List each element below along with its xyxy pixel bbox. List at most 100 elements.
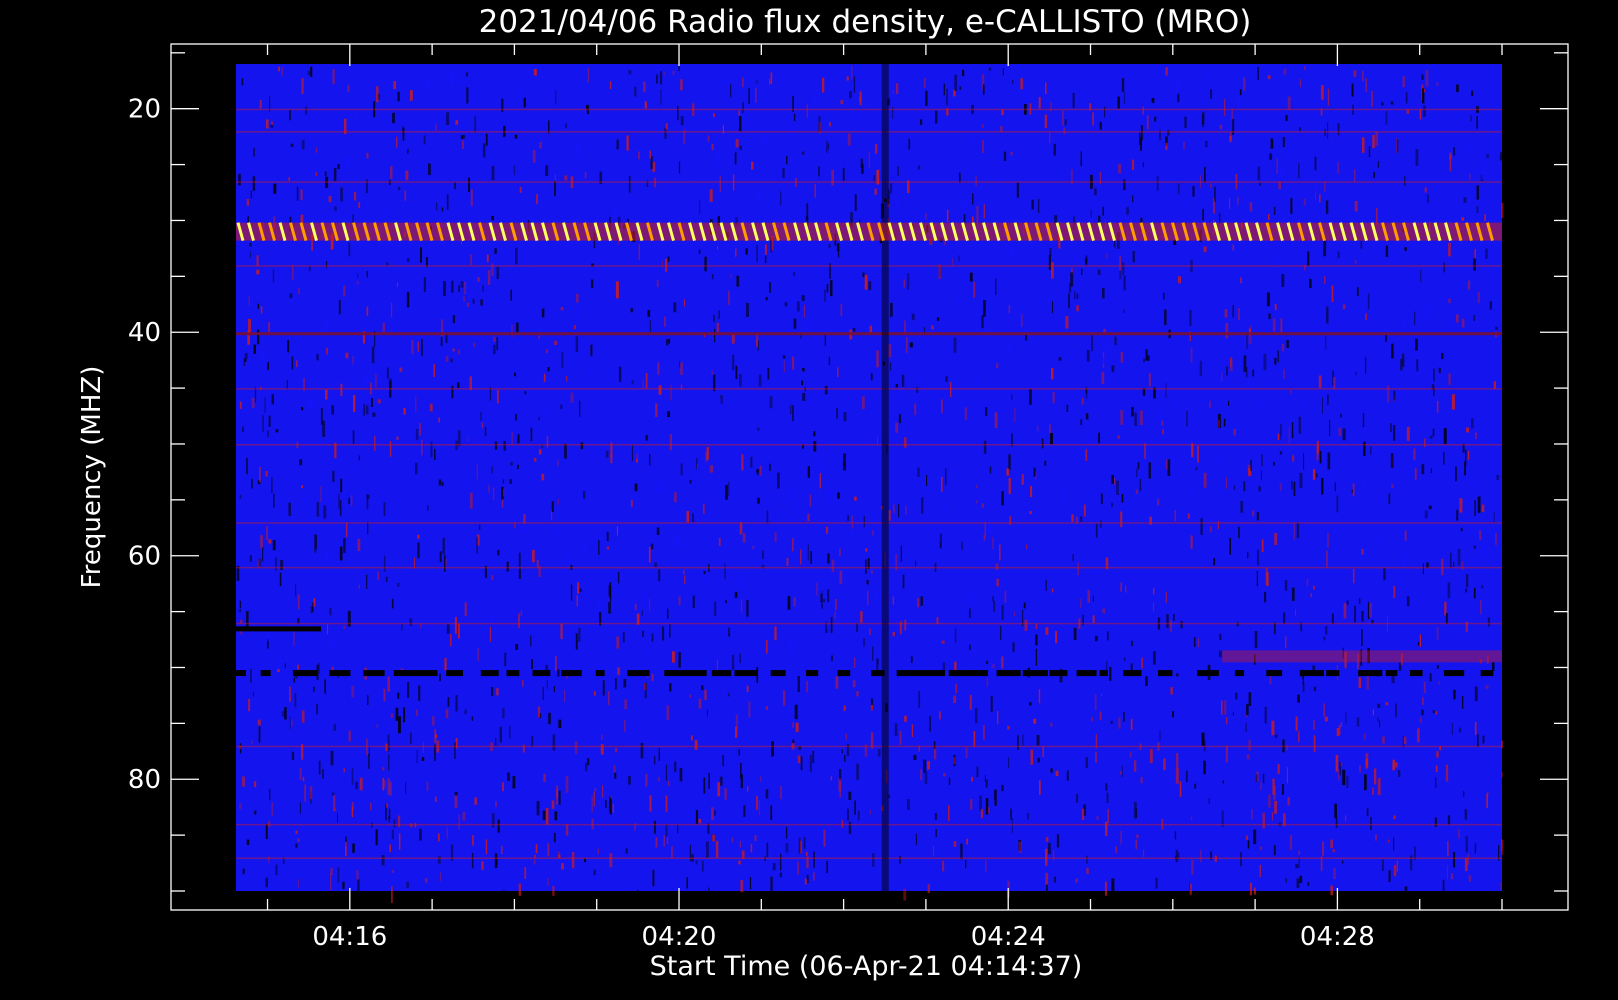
noise-speck <box>782 355 786 359</box>
noise-speck <box>945 376 948 382</box>
noise-speck <box>1123 309 1125 313</box>
noise-speck <box>1177 183 1180 195</box>
noise-speck <box>1049 131 1051 144</box>
noise-speck <box>1375 131 1379 146</box>
noise-speck <box>1393 585 1396 598</box>
noise-speck <box>554 340 557 346</box>
noise-speck <box>1204 167 1206 183</box>
gap-segment <box>595 670 605 677</box>
noise-speck <box>1493 511 1495 524</box>
noise-line <box>236 108 1502 111</box>
noise-speck <box>1264 591 1267 603</box>
noise-speck <box>1200 518 1203 535</box>
noise-speck <box>441 481 444 487</box>
noise-speck <box>1421 464 1425 475</box>
noise-speck <box>502 479 505 484</box>
noise-speck <box>1330 885 1333 896</box>
noise-speck <box>966 838 968 845</box>
noise-speck <box>545 165 549 176</box>
noise-speck <box>495 801 497 808</box>
spectrogram-plot-area <box>236 64 1504 907</box>
noise-speck <box>547 367 550 372</box>
noise-speck <box>1111 365 1115 372</box>
noise-speck <box>591 796 593 813</box>
noise-speck <box>1296 523 1300 539</box>
noise-speck <box>512 776 516 789</box>
noise-speck <box>1281 784 1284 795</box>
gap-segment <box>1076 670 1097 677</box>
noise-speck <box>1288 426 1290 444</box>
noise-speck <box>1074 291 1076 300</box>
noise-speck <box>1320 364 1324 370</box>
noise-speck <box>1073 627 1077 641</box>
noise-speck <box>353 395 356 412</box>
noise-speck <box>536 801 540 816</box>
gap-segment <box>393 670 420 677</box>
noise-speck <box>979 795 982 812</box>
noise-speck <box>298 287 300 295</box>
noise-speck <box>589 368 593 378</box>
noise-speck <box>782 168 785 178</box>
noise-speck <box>239 401 242 409</box>
noise-speck <box>307 70 310 75</box>
noise-speck <box>343 538 346 553</box>
noise-speck <box>1385 702 1389 706</box>
noise-speck <box>1026 544 1028 549</box>
noise-speck <box>1188 599 1192 607</box>
gap-segment <box>770 670 786 677</box>
noise-speck <box>856 763 859 780</box>
noise-speck <box>1316 440 1319 454</box>
noise-speck <box>364 376 368 387</box>
noise-speck <box>1461 318 1465 328</box>
noise-speck <box>745 248 748 255</box>
noise-speck <box>765 706 768 710</box>
noise-speck <box>796 301 800 312</box>
noise-speck <box>339 500 342 516</box>
noise-line <box>236 388 1502 390</box>
noise-speck <box>1476 390 1478 407</box>
noise-speck <box>1176 81 1180 95</box>
noise-speck <box>575 336 579 352</box>
noise-speck <box>518 883 522 896</box>
noise-speck <box>1064 119 1067 126</box>
noise-speck <box>1291 480 1293 490</box>
noise-speck <box>1271 720 1275 736</box>
noise-speck <box>516 322 519 334</box>
noise-speck <box>557 669 560 677</box>
gap-segment <box>1099 670 1108 677</box>
noise-speck <box>1240 581 1243 586</box>
noise-speck <box>258 726 261 743</box>
noise-speck <box>1369 602 1372 618</box>
noise-speck <box>320 407 323 425</box>
noise-speck <box>452 315 455 324</box>
noise-speck <box>845 733 847 740</box>
noise-speck <box>1361 611 1364 622</box>
noise-speck <box>1338 769 1340 781</box>
noise-speck <box>1195 467 1198 471</box>
noise-speck <box>299 767 302 780</box>
noise-speck <box>454 742 456 759</box>
noise-speck <box>1085 389 1088 394</box>
noise-speck <box>1007 725 1010 730</box>
noise-speck <box>872 853 875 867</box>
noise-speck <box>351 768 354 785</box>
noise-speck <box>377 571 380 581</box>
noise-speck <box>1102 608 1105 614</box>
noise-speck <box>938 264 941 279</box>
noise-speck <box>1068 293 1070 309</box>
noise-speck <box>1390 453 1394 469</box>
noise-speck <box>1214 186 1216 202</box>
noise-speck <box>1226 366 1228 376</box>
noise-speck <box>544 406 548 420</box>
noise-speck <box>1299 127 1301 132</box>
noise-speck <box>1404 530 1407 541</box>
noise-speck <box>902 574 905 589</box>
noise-speck <box>651 633 654 642</box>
noise-speck <box>301 710 305 723</box>
noise-speck <box>291 751 295 760</box>
noise-speck <box>915 560 917 567</box>
noise-speck <box>1165 142 1168 151</box>
noise-speck <box>1486 791 1489 797</box>
noise-speck <box>1381 102 1384 106</box>
noise-speck <box>515 247 518 265</box>
